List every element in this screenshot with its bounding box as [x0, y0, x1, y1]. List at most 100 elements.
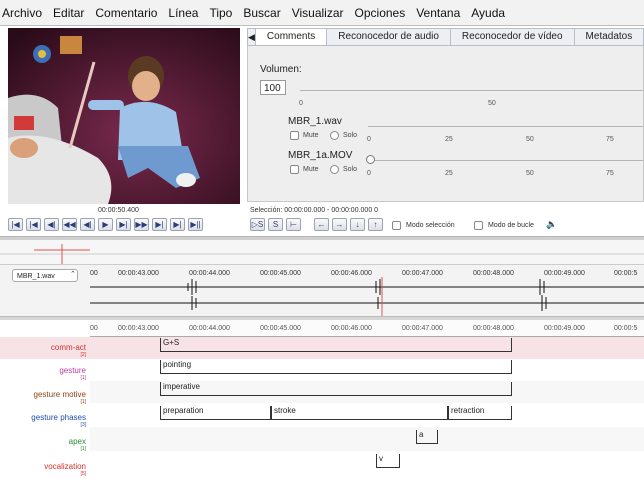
annotation-apex[interactable]: a: [416, 430, 438, 444]
annotation-gesture[interactable]: pointing: [160, 360, 512, 374]
master-tick-0: 0: [299, 100, 303, 107]
master-tick-50: 50: [488, 100, 496, 107]
tier-name: gesture motive: [33, 390, 86, 399]
master-volume-slider[interactable]: [300, 90, 643, 91]
next-pixel-button[interactable]: ▶|: [116, 218, 131, 231]
tab-audio-recognizer[interactable]: Reconocedor de audio: [327, 29, 451, 45]
tier-label-apex[interactable]: apex [1]: [0, 437, 86, 452]
menu-linea[interactable]: Línea: [168, 6, 198, 20]
loop-mode-checkbox[interactable]: [474, 221, 483, 230]
play-button[interactable]: ▶: [98, 218, 113, 231]
ruler-time-label: 00:00:43.000: [118, 325, 159, 332]
tier-label-gesture-phases[interactable]: gesture phases [3]: [0, 413, 86, 428]
tab-video-recognizer[interactable]: Reconocedor de vídeo: [451, 29, 575, 45]
waveform-svg: 00 00:00:43.000 00:00:44.000 00:00:45.00…: [90, 270, 644, 317]
annotation-vocalization[interactable]: v: [376, 454, 400, 468]
annotation-phase-retraction[interactable]: retraction: [448, 406, 512, 420]
track-tick: 0: [367, 170, 371, 177]
tab-comments[interactable]: Comments: [255, 29, 328, 45]
menu-bar: Archivo Editar Comentario Línea Tipo Bus…: [0, 0, 644, 26]
tier-name: apex: [68, 437, 86, 446]
track-tick: 75: [606, 136, 614, 143]
menu-ventana[interactable]: Ventana: [416, 6, 460, 20]
annotation-comm-act[interactable]: G+S: [160, 338, 512, 352]
wave-time-label: 00:00:45.000: [260, 270, 301, 277]
tier-name: comm-act: [50, 343, 86, 352]
next-annotation-button[interactable]: →: [332, 218, 347, 231]
previous-frame-button[interactable]: ◀◀: [62, 218, 77, 231]
solo-label: Solo: [343, 132, 358, 139]
timeline-ruler: 00 00:00:43.000 00:00:44.000 00:00:45.00…: [90, 320, 644, 337]
track-tick: 75: [606, 170, 614, 177]
selection-mode-checkbox[interactable]: [392, 221, 401, 230]
previous-pixel-button[interactable]: ◀|: [80, 218, 95, 231]
track-volume-slider[interactable]: [368, 160, 643, 161]
tier-label-vocalization[interactable]: vocalization [5]: [0, 462, 86, 477]
ruler-time-label: 00:00:45.000: [260, 325, 301, 332]
solo-radio[interactable]: [330, 131, 339, 140]
play-selection-button[interactable]: ▷S: [250, 218, 265, 231]
annotation-phase-preparation[interactable]: preparation: [160, 406, 271, 420]
tab-bar: ◀ Comments Reconocedor de audio Reconoce…: [247, 28, 644, 46]
tier-count: [1]: [80, 399, 86, 405]
mute-checkbox[interactable]: [290, 165, 299, 174]
previous-second-button[interactable]: ◀|: [44, 218, 59, 231]
track-name: MBR_1a.MOV: [288, 150, 353, 161]
menu-comentario[interactable]: Comentario: [95, 6, 157, 20]
selection-mode-label: Modo selección: [406, 222, 455, 229]
next-scrollview-button[interactable]: ▶|: [170, 218, 185, 231]
annotation-below-button[interactable]: ↓: [350, 218, 365, 231]
tier-row-vocalization[interactable]: [90, 451, 644, 478]
next-frame-button[interactable]: ▶▶: [134, 218, 149, 231]
go-to-end-button[interactable]: ▶||: [188, 218, 203, 231]
tier-count: [3]: [80, 422, 86, 428]
previous-scrollview-button[interactable]: |◀: [26, 218, 41, 231]
wave-time-label: 00:00:5: [614, 270, 637, 277]
wave-time-label: 00:00:48.000: [473, 270, 514, 277]
selection-boundary-button[interactable]: ⊢: [286, 218, 301, 231]
tier-label-gesture[interactable]: gesture [1]: [0, 366, 86, 381]
annotation-phase-stroke[interactable]: stroke: [271, 406, 448, 420]
tab-metadata[interactable]: Metadatos: [575, 29, 644, 45]
menu-ayuda[interactable]: Ayuda: [471, 6, 505, 20]
menu-archivo[interactable]: Archivo: [2, 6, 42, 20]
mute-checkbox[interactable]: [290, 131, 299, 140]
wave-time-label: 00:00:49.000: [544, 270, 585, 277]
video-player[interactable]: [8, 28, 240, 204]
annotation-above-button[interactable]: ↑: [368, 218, 383, 231]
clear-selection-button[interactable]: S: [268, 218, 283, 231]
loop-mode-label: Modo de bucle: [488, 222, 534, 229]
tab-scroll-left-button[interactable]: ◀: [248, 29, 256, 45]
tier-count: [1]: [80, 375, 86, 381]
tier-label-comm-act[interactable]: comm-act [2]: [0, 343, 86, 358]
wave-time-label: 00:00:43.000: [118, 270, 159, 277]
waveform-viewer[interactable]: MBR_1.wav ⌃ 00 00:00:43.000 00:00:44.000…: [0, 264, 644, 317]
tier-count: [5]: [80, 471, 86, 477]
mute-label: Mute: [303, 132, 319, 139]
menu-buscar[interactable]: Buscar: [243, 6, 280, 20]
track-tick: 50: [526, 136, 534, 143]
current-time-display: 00:00:50.400: [98, 207, 139, 214]
tier-label-gesture-motive[interactable]: gesture motive [1]: [0, 390, 86, 405]
menu-opciones[interactable]: Opciones: [355, 6, 406, 20]
track-volume-knob[interactable]: [366, 155, 375, 164]
ruler-time-label: 00:00:5: [614, 325, 638, 332]
annotation-gesture-motive[interactable]: imperative: [160, 382, 512, 396]
annotation-timeline[interactable]: 00 00:00:43.000 00:00:44.000 00:00:45.00…: [0, 320, 644, 478]
menu-visualizar[interactable]: Visualizar: [292, 6, 344, 20]
menu-tipo[interactable]: Tipo: [209, 6, 232, 20]
track-tick: 25: [445, 136, 453, 143]
tier-name: gesture: [59, 366, 86, 375]
track-volume-slider[interactable]: [368, 126, 643, 127]
menu-editar[interactable]: Editar: [53, 6, 84, 20]
tier-row-apex[interactable]: [90, 427, 644, 451]
speaker-icon[interactable]: 🔈: [546, 219, 557, 230]
previous-annotation-button[interactable]: ←: [314, 218, 329, 231]
tier-count: [2]: [80, 352, 86, 358]
next-second-button[interactable]: ▶|: [152, 218, 167, 231]
track-name: MBR_1.wav: [288, 116, 342, 127]
go-to-begin-button[interactable]: |◀: [8, 218, 23, 231]
volume-input[interactable]: 100: [260, 80, 286, 95]
timeline-overview[interactable]: [0, 240, 644, 264]
solo-radio[interactable]: [330, 165, 339, 174]
